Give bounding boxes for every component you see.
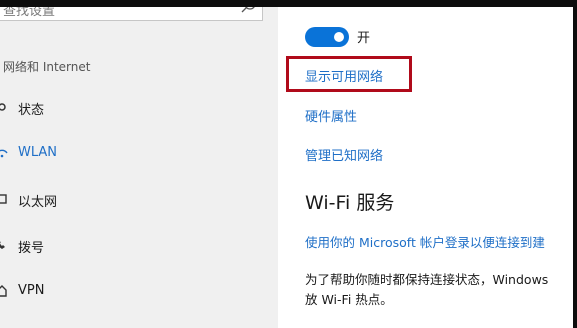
toggle-knob (334, 32, 344, 42)
hardware-properties-link[interactable]: 硬件属性 (305, 106, 357, 125)
description-line-2: 放 Wi-Fi 热点。 (305, 292, 393, 307)
sidebar-item-vpn[interactable]: VPN (0, 279, 270, 305)
sidebar-item-dialup[interactable]: 拨号 (0, 233, 270, 259)
manage-known-networks-link[interactable]: 管理已知网络 (305, 145, 383, 164)
wifi-service-heading: Wi-Fi 服务 (305, 192, 395, 214)
sidebar-item-ethernet[interactable]: 以太网 (0, 187, 270, 213)
sidebar-item-status[interactable]: 状态 (0, 95, 270, 121)
sidebar-item-label: VPN (18, 283, 45, 298)
top-edge (0, 0, 577, 7)
description-line-1: 为了帮助你随时都保持连接状态，Windows (305, 272, 549, 287)
right-edge (573, 0, 577, 328)
dialup-icon (0, 241, 5, 249)
section-heading: 网络和 Internet (3, 60, 91, 74)
sidebar-item-label: 以太网 (18, 195, 58, 210)
vpn-icon (0, 285, 7, 297)
wlan-toggle[interactable] (305, 27, 349, 47)
ethernet-icon (0, 194, 7, 204)
sidebar-item-label: 拨号 (18, 241, 45, 256)
status-icon (0, 103, 6, 111)
microsoft-account-link[interactable]: 使用你的 Microsoft 帐户登录以便连接到建 (305, 232, 545, 251)
sidebar-item-label: WLAN (18, 145, 58, 160)
sidebar-item-label: 状态 (18, 103, 45, 118)
show-available-networks-link[interactable]: 显示可用网络 (305, 66, 383, 85)
toggle-state-label: 开 (357, 31, 371, 46)
wifi-service-description: 为了帮助你随时都保持连接状态，Windows 放 Wi-Fi 热点。 (305, 270, 573, 310)
sidebar-item-wlan[interactable]: WLAN (0, 141, 270, 167)
sidebar: 查找设置 网络和 Internet 状态 WLAN 以太网 拨号 VPN (0, 0, 278, 328)
wlan-icon (0, 149, 8, 158)
